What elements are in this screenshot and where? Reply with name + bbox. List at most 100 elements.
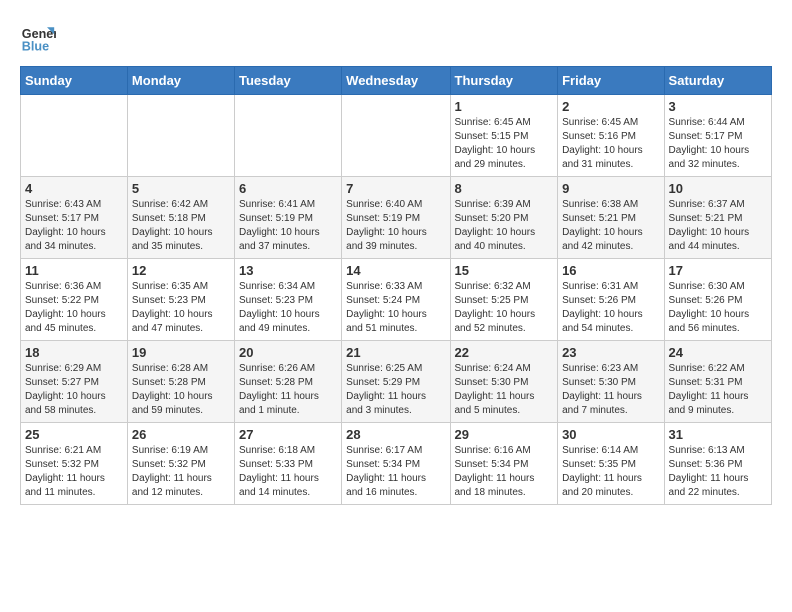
day-number: 26 [132, 427, 230, 442]
day-info: Sunrise: 6:42 AMSunset: 5:18 PMDaylight:… [132, 198, 230, 254]
calendar-cell: 25Sunrise: 6:21 AMSunset: 5:32 PMDayligh… [21, 423, 128, 505]
header-row: SundayMondayTuesdayWednesdayThursdayFrid… [21, 67, 772, 95]
day-number: 9 [562, 181, 659, 196]
calendar-cell: 4Sunrise: 6:43 AMSunset: 5:17 PMDaylight… [21, 177, 128, 259]
day-number: 23 [562, 345, 659, 360]
day-info: Sunrise: 6:19 AMSunset: 5:32 PMDaylight:… [132, 444, 230, 500]
day-number: 10 [669, 181, 767, 196]
calendar-cell: 20 Sunrise: 6:26 AMSunset: 5:28 PMDayligh… [234, 341, 341, 423]
day-info: Sunrise: 6:26 AMSunset: 5:28 PMDaylight:… [239, 362, 337, 418]
column-header-tuesday: Tuesday [234, 67, 341, 95]
day-number: 19 [132, 345, 230, 360]
day-info: Sunrise: 6:31 AMSunset: 5:26 PMDaylight:… [562, 280, 659, 336]
day-number: 18 [25, 345, 123, 360]
day-number: 21 [346, 345, 445, 360]
calendar-cell: 6 Sunrise: 6:41 AMSunset: 5:19 PMDaylight… [234, 177, 341, 259]
day-number: 31 [669, 427, 767, 442]
calendar-cell: 28Sunrise: 6:17 AMSunset: 5:34 PMDayligh… [342, 423, 450, 505]
calendar-cell: 22Sunrise: 6:24 AMSunset: 5:30 PMDayligh… [450, 341, 558, 423]
day-info: Sunrise: 6:35 AMSunset: 5:23 PMDaylight:… [132, 280, 230, 336]
day-info: Sunrise: 6:14 AMSunset: 5:35 PMDaylight:… [562, 444, 659, 500]
day-info: Sunrise: 6:45 AMSunset: 5:15 PMDaylight:… [455, 116, 554, 172]
day-number: 12 [132, 263, 230, 278]
calendar-body: 1 Sunrise: 6:45 AMSunset: 5:15 PMDaylight… [21, 95, 772, 505]
logo: General Blue [20, 20, 60, 56]
calendar-cell: 7 Sunrise: 6:40 AMSunset: 5:19 PMDaylight… [342, 177, 450, 259]
day-number: 27 [239, 427, 337, 442]
week-row-1: 1 Sunrise: 6:45 AMSunset: 5:15 PMDaylight… [21, 95, 772, 177]
column-header-wednesday: Wednesday [342, 67, 450, 95]
calendar-cell: 5 Sunrise: 6:42 AMSunset: 5:18 PMDaylight… [127, 177, 234, 259]
day-info: Sunrise: 6:18 AMSunset: 5:33 PMDaylight:… [239, 444, 337, 500]
week-row-5: 25Sunrise: 6:21 AMSunset: 5:32 PMDayligh… [21, 423, 772, 505]
calendar-cell: 13Sunrise: 6:34 AMSunset: 5:23 PMDayligh… [234, 259, 341, 341]
day-number: 29 [455, 427, 554, 442]
day-info: Sunrise: 6:33 AMSunset: 5:24 PMDaylight:… [346, 280, 445, 336]
day-number: 11 [25, 263, 123, 278]
day-info: Sunrise: 6:28 AMSunset: 5:28 PMDaylight:… [132, 362, 230, 418]
day-info: Sunrise: 6:32 AMSunset: 5:25 PMDaylight:… [455, 280, 554, 336]
calendar-header: SundayMondayTuesdayWednesdayThursdayFrid… [21, 67, 772, 95]
calendar-table: SundayMondayTuesdayWednesdayThursdayFrid… [20, 66, 772, 505]
week-row-3: 11 Sunrise: 6:36 AMSunset: 5:22 PMDayligh… [21, 259, 772, 341]
day-number: 30 [562, 427, 659, 442]
day-info: Sunrise: 6:41 AMSunset: 5:19 PMDaylight:… [239, 198, 337, 254]
calendar-cell: 24 Sunrise: 6:22 AMSunset: 5:31 PMDayligh… [664, 341, 771, 423]
calendar-cell: 18 Sunrise: 6:29 AMSunset: 5:27 PMDayligh… [21, 341, 128, 423]
column-header-thursday: Thursday [450, 67, 558, 95]
day-info: Sunrise: 6:45 AMSunset: 5:16 PMDaylight:… [562, 116, 659, 172]
column-header-monday: Monday [127, 67, 234, 95]
day-number: 3 [669, 99, 767, 114]
day-number: 28 [346, 427, 445, 442]
day-info: Sunrise: 6:36 AMSunset: 5:22 PMDaylight:… [25, 280, 123, 336]
day-number: 8 [455, 181, 554, 196]
calendar-cell: 10 Sunrise: 6:37 AMSunset: 5:21 PMDayligh… [664, 177, 771, 259]
calendar-cell: 27 Sunrise: 6:18 AMSunset: 5:33 PMDayligh… [234, 423, 341, 505]
calendar-cell: 31 Sunrise: 6:13 AMSunset: 5:36 PMDayligh… [664, 423, 771, 505]
day-info: Sunrise: 6:39 AMSunset: 5:20 PMDaylight:… [455, 198, 554, 254]
calendar-cell: 19 Sunrise: 6:28 AMSunset: 5:28 PMDayligh… [127, 341, 234, 423]
column-header-friday: Friday [558, 67, 664, 95]
day-number: 17 [669, 263, 767, 278]
day-number: 1 [455, 99, 554, 114]
calendar-cell [234, 95, 341, 177]
day-info: Sunrise: 6:29 AMSunset: 5:27 PMDaylight:… [25, 362, 123, 418]
day-number: 16 [562, 263, 659, 278]
page-header: General Blue [20, 20, 772, 56]
calendar-cell: 8 Sunrise: 6:39 AMSunset: 5:20 PMDaylight… [450, 177, 558, 259]
calendar-cell: 23 Sunrise: 6:23 AMSunset: 5:30 PMDayligh… [558, 341, 664, 423]
day-number: 7 [346, 181, 445, 196]
day-number: 4 [25, 181, 123, 196]
calendar-cell: 26 Sunrise: 6:19 AMSunset: 5:32 PMDayligh… [127, 423, 234, 505]
day-number: 6 [239, 181, 337, 196]
week-row-2: 4Sunrise: 6:43 AMSunset: 5:17 PMDaylight… [21, 177, 772, 259]
day-info: Sunrise: 6:23 AMSunset: 5:30 PMDaylight:… [562, 362, 659, 418]
day-number: 15 [455, 263, 554, 278]
calendar-cell: 29 Sunrise: 6:16 AMSunset: 5:34 PMDayligh… [450, 423, 558, 505]
column-header-saturday: Saturday [664, 67, 771, 95]
calendar-cell: 17 Sunrise: 6:30 AMSunset: 5:26 PMDayligh… [664, 259, 771, 341]
logo-icon: General Blue [20, 20, 56, 56]
day-number: 20 [239, 345, 337, 360]
day-info: Sunrise: 6:25 AMSunset: 5:29 PMDaylight:… [346, 362, 445, 418]
day-number: 13 [239, 263, 337, 278]
day-info: Sunrise: 6:40 AMSunset: 5:19 PMDaylight:… [346, 198, 445, 254]
calendar-cell: 2 Sunrise: 6:45 AMSunset: 5:16 PMDaylight… [558, 95, 664, 177]
calendar-cell: 11 Sunrise: 6:36 AMSunset: 5:22 PMDayligh… [21, 259, 128, 341]
calendar-cell: 21 Sunrise: 6:25 AMSunset: 5:29 PMDayligh… [342, 341, 450, 423]
day-info: Sunrise: 6:30 AMSunset: 5:26 PMDaylight:… [669, 280, 767, 336]
day-number: 2 [562, 99, 659, 114]
day-number: 24 [669, 345, 767, 360]
calendar-cell [342, 95, 450, 177]
calendar-cell: 16 Sunrise: 6:31 AMSunset: 5:26 PMDayligh… [558, 259, 664, 341]
day-info: Sunrise: 6:22 AMSunset: 5:31 PMDaylight:… [669, 362, 767, 418]
day-number: 22 [455, 345, 554, 360]
day-info: Sunrise: 6:13 AMSunset: 5:36 PMDaylight:… [669, 444, 767, 500]
day-info: Sunrise: 6:38 AMSunset: 5:21 PMDaylight:… [562, 198, 659, 254]
day-number: 5 [132, 181, 230, 196]
day-info: Sunrise: 6:16 AMSunset: 5:34 PMDaylight:… [455, 444, 554, 500]
calendar-cell: 30 Sunrise: 6:14 AMSunset: 5:35 PMDayligh… [558, 423, 664, 505]
day-info: Sunrise: 6:37 AMSunset: 5:21 PMDaylight:… [669, 198, 767, 254]
day-number: 25 [25, 427, 123, 442]
calendar-cell: 15 Sunrise: 6:32 AMSunset: 5:25 PMDayligh… [450, 259, 558, 341]
